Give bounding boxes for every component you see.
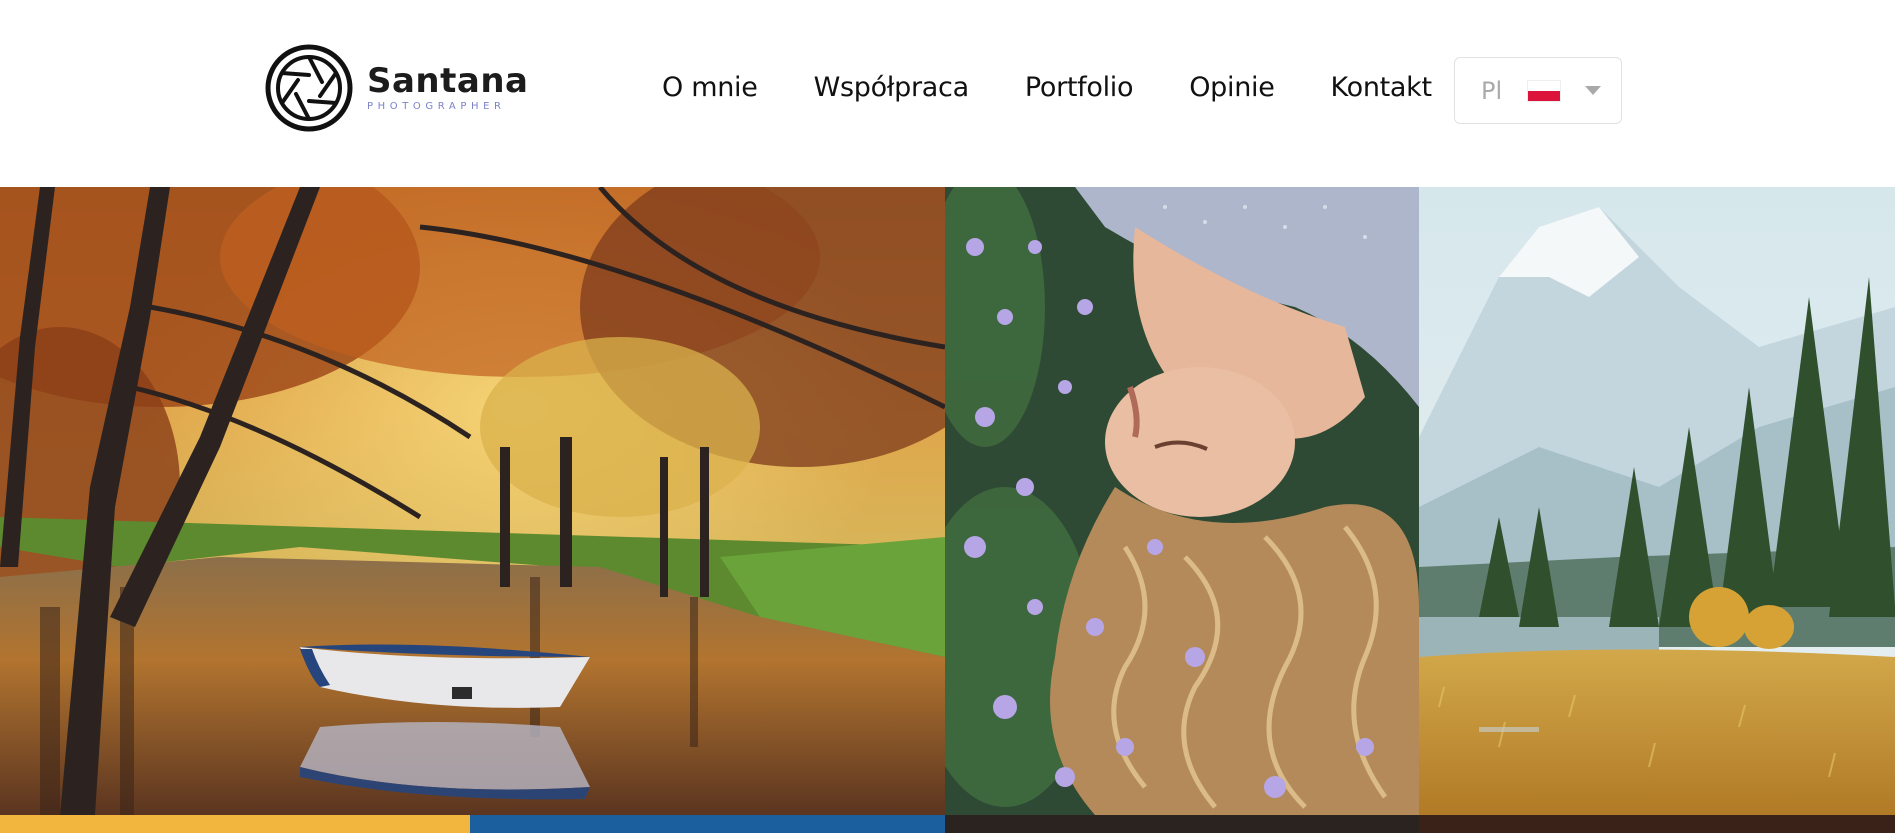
portrait-in-flowers-photo <box>945 187 1419 815</box>
brand-tagline: PHOTOGRAPHER <box>367 100 506 112</box>
site-header: Santana PHOTOGRAPHER O mnie Współpraca P… <box>0 0 1895 187</box>
gallery-image-portrait[interactable] <box>945 187 1419 815</box>
mountain-forest-photo <box>1419 187 1895 815</box>
language-selector[interactable]: Pl <box>1454 57 1622 124</box>
next-row-strip-3 <box>945 815 1419 833</box>
next-row-strip-4 <box>1419 815 1895 833</box>
next-row-strip-1 <box>0 815 470 833</box>
nav-item-kontakt[interactable]: Kontakt <box>1331 68 1433 108</box>
logo-link[interactable]: Santana PHOTOGRAPHER <box>265 44 528 132</box>
gallery-image-mountains[interactable] <box>1419 187 1895 815</box>
poland-flag-icon <box>1527 79 1561 102</box>
language-code: Pl <box>1481 76 1503 105</box>
nav-item-o-mnie[interactable]: O mnie <box>662 68 758 108</box>
nav-item-wspolpraca[interactable]: Współpraca <box>814 68 970 108</box>
nav-item-opinie[interactable]: Opinie <box>1189 68 1275 108</box>
gallery-image-autumn-lake[interactable] <box>0 187 945 815</box>
chevron-down-icon <box>1585 86 1601 95</box>
camera-aperture-logo-icon <box>265 44 353 132</box>
nav-item-portfolio[interactable]: Portfolio <box>1025 68 1134 108</box>
next-row-strip-2 <box>470 815 945 833</box>
main-nav: O mnie Współpraca Portfolio Opinie Konta… <box>662 68 1432 108</box>
brand-name: Santana <box>367 60 529 101</box>
autumn-lake-photo <box>0 187 945 815</box>
